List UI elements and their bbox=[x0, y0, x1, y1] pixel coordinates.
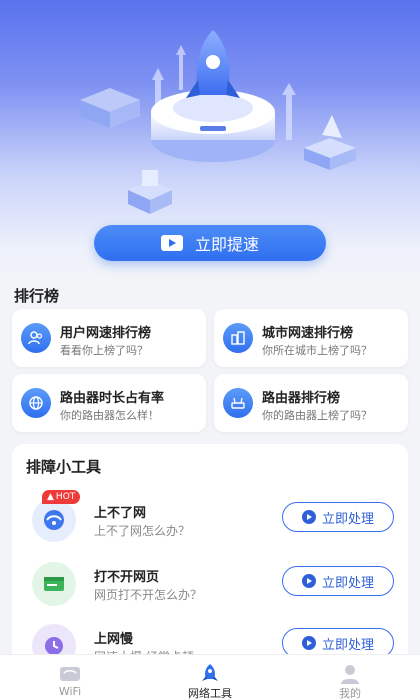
tool-row-webpage: 打不开网页 网页打不开怎么办？ 立即处理 bbox=[12, 558, 408, 614]
rank-card-router-share[interactable]: 路由器时长占有率 你的路由器怎么样！ bbox=[12, 374, 206, 432]
hero-banner: 立即提速 bbox=[0, 0, 420, 282]
tab-label: WiFi bbox=[58, 685, 82, 698]
rank-card-subtitle: 你的路由器上榜了吗？ bbox=[262, 409, 372, 422]
city-icon bbox=[223, 323, 253, 353]
play-icon bbox=[160, 235, 183, 251]
handle-now-button[interactable]: 立即处理 bbox=[282, 566, 394, 596]
router-icon bbox=[223, 388, 253, 418]
hot-badge: ▲ HOT bbox=[42, 490, 81, 504]
bottom-tabbar: WiFi 网络工具 我的 bbox=[0, 654, 420, 700]
users-icon bbox=[21, 323, 51, 353]
no-network-icon bbox=[32, 498, 76, 542]
rank-card-router-rank[interactable]: 路由器排行榜 你的路由器上榜了吗？ bbox=[214, 374, 408, 432]
rank-card-city-speed[interactable]: 城市网速排行榜 你所在城市上榜了吗？ bbox=[214, 309, 408, 367]
rank-card-title: 城市网速排行榜 bbox=[262, 326, 354, 341]
hot-badge-label: HOT bbox=[55, 492, 76, 502]
rank-card-subtitle: 你的路由器怎么样！ bbox=[60, 409, 159, 422]
tab-network-tools[interactable]: 网络工具 bbox=[140, 655, 280, 700]
tools-title: 排障小工具 bbox=[26, 458, 102, 476]
tab-wifi[interactable]: WiFi bbox=[0, 655, 140, 700]
wifi-tab-icon bbox=[60, 667, 80, 681]
profile-tab-icon bbox=[341, 665, 359, 684]
tool-title: 上网慢 bbox=[94, 632, 134, 647]
tab-mine[interactable]: 我的 bbox=[280, 655, 420, 700]
rank-card-title: 路由器排行榜 bbox=[262, 391, 341, 406]
tool-subtitle: 上不了网怎么办？ bbox=[94, 524, 191, 538]
handle-now-label: 立即处理 bbox=[321, 637, 374, 653]
rank-card-subtitle: 你所在城市上榜了吗？ bbox=[262, 344, 372, 357]
tool-subtitle: 网页打不开怎么办？ bbox=[94, 588, 203, 602]
boost-button-label: 立即提速 bbox=[194, 235, 259, 254]
play-circle-icon bbox=[301, 574, 316, 588]
tab-label: 网络工具 bbox=[188, 687, 232, 700]
flame-icon: ▲ bbox=[47, 492, 54, 502]
handle-now-button[interactable]: 立即处理 bbox=[282, 502, 394, 532]
globe-icon bbox=[21, 388, 51, 418]
tool-title: 打不开网页 bbox=[94, 570, 160, 585]
tab-label: 我的 bbox=[339, 687, 361, 700]
play-circle-icon bbox=[301, 636, 316, 650]
play-circle-icon bbox=[301, 510, 316, 524]
ranking-title: 排行榜 bbox=[14, 287, 60, 305]
rank-card-user-speed[interactable]: 用户网速排行榜 看看你上榜了吗？ bbox=[12, 309, 206, 367]
tool-title: 上不了网 bbox=[94, 506, 147, 521]
webpage-icon bbox=[32, 562, 76, 606]
rank-card-title: 用户网速排行榜 bbox=[60, 326, 152, 341]
handle-now-label: 立即处理 bbox=[321, 511, 374, 527]
rank-card-subtitle: 看看你上榜了吗？ bbox=[60, 344, 148, 357]
handle-now-label: 立即处理 bbox=[321, 575, 374, 591]
boost-button[interactable]: 立即提速 bbox=[94, 225, 326, 261]
rank-card-title: 路由器时长占有率 bbox=[60, 391, 165, 406]
rocket-tab-icon bbox=[202, 664, 218, 681]
